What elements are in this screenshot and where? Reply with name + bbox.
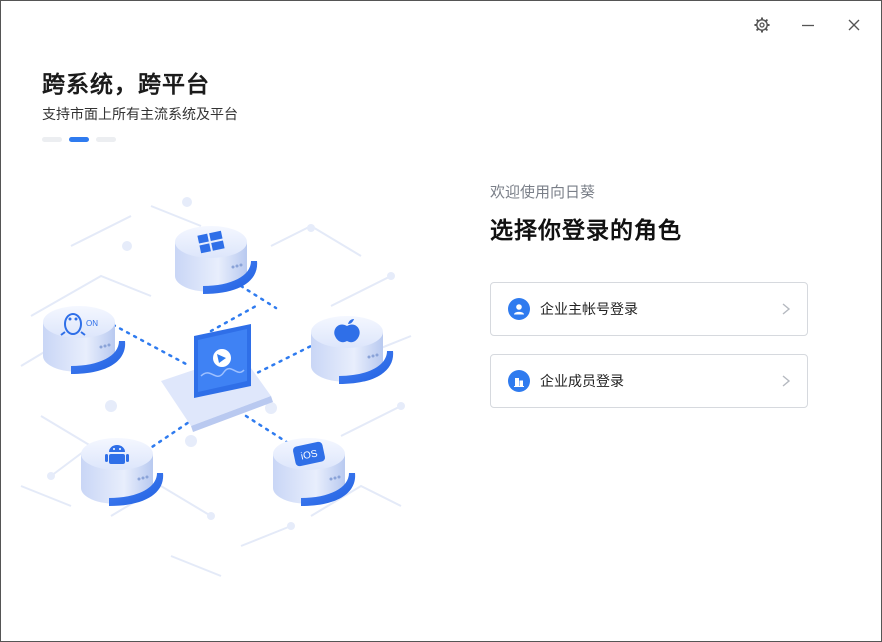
settings-button[interactable] [752,15,772,35]
svg-text:ON: ON [86,319,98,328]
macos-node [311,316,394,384]
app-window: 跨系统，跨平台 支持市面上所有主流系统及平台 ON iOS 欢迎使用向日葵 选择… [0,0,882,642]
close-icon [848,19,860,31]
carousel-dot-2[interactable] [69,137,89,142]
hero-subtitle: 支持市面上所有主流系统及平台 [42,107,238,123]
gear-icon [754,17,770,33]
enterprise-owner-login-button[interactable]: 企业主帐号登录 [490,282,808,336]
welcome-text: 欢迎使用向日葵 [490,183,596,201]
chevron-right-icon [782,375,791,387]
carousel-indicator [42,137,116,142]
linux-node: ON [43,306,126,374]
option-label: 企业主帐号登录 [540,302,638,318]
role-title: 选择你登录的角色 [490,218,682,244]
windows-node [175,226,258,294]
minimize-icon [802,24,814,27]
carousel-dot-3[interactable] [96,137,116,142]
ios-node: iOS [273,438,356,506]
platforms-illustration: ON iOS [20,197,412,577]
hero-title: 跨系统，跨平台 [42,72,210,98]
close-button[interactable] [844,15,864,35]
carousel-dot-1[interactable] [42,137,62,142]
user-icon [508,298,530,320]
enterprise-member-login-button[interactable]: 企业成员登录 [490,354,808,408]
building-icon [508,370,530,392]
laptop-icon [161,324,273,432]
minimize-button[interactable] [798,15,818,35]
chevron-right-icon [782,303,791,315]
android-node [81,438,164,506]
option-label: 企业成员登录 [540,374,624,390]
